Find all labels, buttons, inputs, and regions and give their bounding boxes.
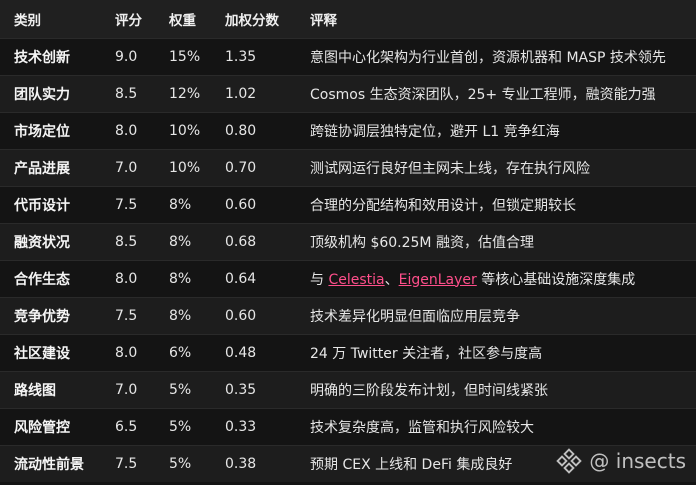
- row-score: 9.0: [101, 37, 155, 75]
- row-weighted-score: 0.68: [211, 222, 296, 260]
- row-score: 6.5: [101, 407, 155, 445]
- header-row: 类别 评分 权重 加权分数 评释: [0, 0, 696, 38]
- row-weight: 5%: [155, 370, 211, 408]
- celestia-link[interactable]: Celestia: [328, 272, 384, 288]
- row-comment: 跨链协调层独特定位，避开 L1 竞争红海: [296, 111, 696, 149]
- row-comment: 意图中心化架构为行业首创，资源机器和 MASP 技术领先: [296, 37, 696, 75]
- row-score: 8.0: [101, 259, 155, 297]
- binance-diamond-icon: [556, 448, 583, 474]
- row-score: 7.5: [101, 296, 155, 334]
- watermark: @ insects: [555, 447, 686, 475]
- row-weight: 8%: [155, 222, 211, 260]
- row-weighted-score: 0.48: [211, 333, 296, 371]
- table-row: 产品进展 7.0 10% 0.70 测试网运行良好但主网未上线，存在执行风险: [0, 148, 696, 186]
- row-weighted-score: 0.64: [211, 259, 296, 297]
- row-weight: 15%: [155, 37, 211, 75]
- table-row: 技术创新 9.0 15% 1.35 意图中心化架构为行业首创，资源机器和 MAS…: [0, 37, 696, 75]
- row-weight: 8%: [155, 259, 211, 297]
- row-category: 市场定位: [0, 111, 101, 149]
- table-row: 市场定位 8.0 10% 0.80 跨链协调层独特定位，避开 L1 竞争红海: [0, 111, 696, 149]
- eigenlayer-link[interactable]: EigenLayer: [399, 272, 477, 288]
- row-score: 8.5: [101, 222, 155, 260]
- row-weight: 10%: [155, 111, 211, 149]
- row-weighted-score: 1.35: [211, 37, 296, 75]
- table-header: 类别 评分 权重 加权分数 评释: [0, 0, 696, 38]
- table-row: 竞争优势 7.5 8% 0.60 技术差异化明显但面临应用层竞争: [0, 296, 696, 334]
- row-weighted-score: 0.60: [211, 185, 296, 223]
- row-category: 代币设计: [0, 185, 101, 223]
- row-weighted-score: 0.70: [211, 148, 296, 186]
- row-score: 7.0: [101, 148, 155, 186]
- row-score: 7.5: [101, 185, 155, 223]
- table-row: 融资状况 8.5 8% 0.68 顶级机构 $60.25M 融资，估值合理: [0, 222, 696, 260]
- header-comment: 评释: [310, 12, 337, 29]
- row-comment: 测试网运行良好但主网未上线，存在执行风险: [296, 148, 696, 186]
- row-category: 技术创新: [0, 37, 101, 75]
- table-row: 合作生态 8.0 8% 0.64 与 Celestia、EigenLayer 等…: [0, 259, 696, 297]
- comment-prefix: 与: [310, 271, 329, 288]
- score-table-page: 类别 评分 权重 加权分数 评释 技术创新 9.0 15% 1.35 意图中心化…: [0, 0, 696, 485]
- row-comment: Cosmos 生态资深团队，25+ 专业工程师，融资能力强: [296, 74, 696, 112]
- row-weighted-score: 0.80: [211, 111, 296, 149]
- score-table: 类别 评分 权重 加权分数 评释 技术创新 9.0 15% 1.35 意图中心化…: [0, 0, 696, 482]
- comment-separator: 、: [384, 271, 399, 288]
- row-weighted-score: 0.38: [211, 444, 296, 482]
- row-comment: 合理的分配结构和效用设计，但锁定期较长: [296, 185, 696, 223]
- row-weight: 6%: [155, 333, 211, 371]
- row-comment: 与 Celestia、EigenLayer 等核心基础设施深度集成: [296, 259, 696, 297]
- row-weighted-score: 0.60: [211, 296, 296, 334]
- row-weighted-score: 0.35: [211, 370, 296, 408]
- row-category: 社区建设: [0, 333, 101, 371]
- row-score: 8.5: [101, 74, 155, 112]
- watermark-text: @ insects: [589, 449, 686, 473]
- row-comment: 技术差异化明显但面临应用层竞争: [296, 296, 696, 334]
- header-score: 评分: [115, 12, 142, 29]
- row-comment: 顶级机构 $60.25M 融资，估值合理: [296, 222, 696, 260]
- table-row: 社区建设 8.0 6% 0.48 24 万 Twitter 关注者，社区参与度高: [0, 333, 696, 371]
- header-weighted-score: 加权分数: [225, 12, 279, 29]
- row-category: 合作生态: [0, 259, 101, 297]
- header-weight: 权重: [169, 12, 196, 29]
- comment-suffix: 等核心基础设施深度集成: [476, 271, 636, 288]
- row-category: 路线图: [0, 370, 101, 408]
- row-weight: 10%: [155, 148, 211, 186]
- header-category: 类别: [14, 12, 41, 29]
- table-row: 路线图 7.0 5% 0.35 明确的三阶段发布计划，但时间线紧张: [0, 370, 696, 408]
- row-category: 竞争优势: [0, 296, 101, 334]
- row-weight: 8%: [155, 296, 211, 334]
- table-row: 团队实力 8.5 12% 1.02 Cosmos 生态资深团队，25+ 专业工程…: [0, 74, 696, 112]
- row-weight: 12%: [155, 74, 211, 112]
- row-score: 7.0: [101, 370, 155, 408]
- row-weight: 8%: [155, 185, 211, 223]
- row-weighted-score: 1.02: [211, 74, 296, 112]
- row-weight: 5%: [155, 444, 211, 482]
- row-score: 8.0: [101, 111, 155, 149]
- table-row: 代币设计 7.5 8% 0.60 合理的分配结构和效用设计，但锁定期较长: [0, 185, 696, 223]
- row-score: 7.5: [101, 444, 155, 482]
- row-category: 融资状况: [0, 222, 101, 260]
- row-category: 流动性前景: [0, 444, 101, 482]
- row-weighted-score: 0.33: [211, 407, 296, 445]
- row-category: 风险管控: [0, 407, 101, 445]
- row-comment: 技术复杂度高，监管和执行风险较大: [296, 407, 696, 445]
- row-weight: 5%: [155, 407, 211, 445]
- table-body: 技术创新 9.0 15% 1.35 意图中心化架构为行业首创，资源机器和 MAS…: [0, 37, 696, 482]
- row-category: 团队实力: [0, 74, 101, 112]
- row-score: 8.0: [101, 333, 155, 371]
- row-comment: 明确的三阶段发布计划，但时间线紧张: [296, 370, 696, 408]
- row-comment: 24 万 Twitter 关注者，社区参与度高: [296, 333, 696, 371]
- table-row: 风险管控 6.5 5% 0.33 技术复杂度高，监管和执行风险较大: [0, 407, 696, 445]
- row-category: 产品进展: [0, 148, 101, 186]
